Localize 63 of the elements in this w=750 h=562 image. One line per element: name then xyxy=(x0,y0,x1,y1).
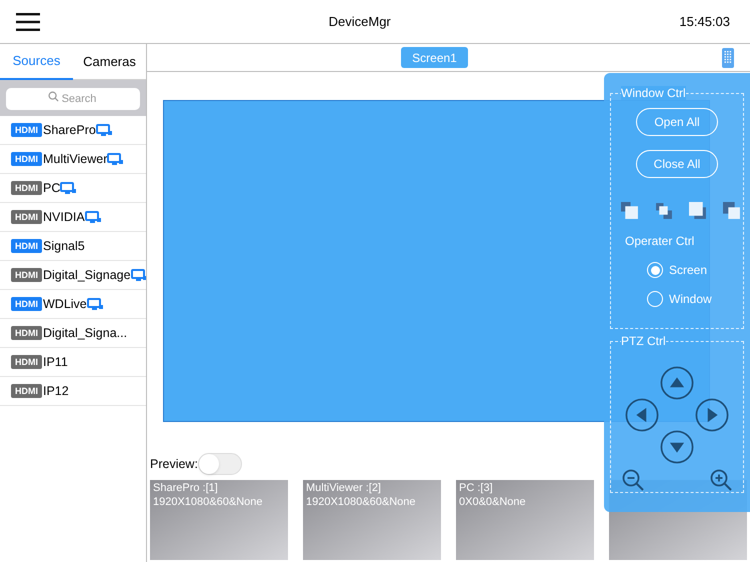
source-item[interactable]: HDMI Digital_Signa... xyxy=(0,319,146,348)
section-title: Window Ctrl xyxy=(621,86,686,100)
hdmi-badge: HDMI xyxy=(11,384,42,398)
preview-label: Preview: xyxy=(150,456,198,473)
left-arrow-button[interactable] xyxy=(625,398,659,432)
hdmi-badge: HDMI xyxy=(11,297,42,311)
thumbnail-info: 1920X1080&60&None xyxy=(153,495,264,509)
layout-icon[interactable] xyxy=(655,202,673,220)
source-item[interactable]: HDMI WDLive xyxy=(0,290,146,319)
source-name: NVIDIA xyxy=(43,208,85,226)
thumbnail-info: 1920X1080&60&None xyxy=(306,495,416,509)
source-name: WDLive xyxy=(43,296,87,313)
clock-time: 15:45:03 xyxy=(679,12,730,31)
right-arrow-button[interactable] xyxy=(695,398,729,432)
hdmi-badge: HDMI xyxy=(11,355,42,369)
source-name: Digital_Signage xyxy=(43,266,131,284)
remote-icon[interactable] xyxy=(722,48,734,68)
layout-icon[interactable] xyxy=(723,202,741,220)
thumbnail-title: MultiViewer :[2] xyxy=(306,481,382,495)
source-name: PC xyxy=(43,180,60,197)
search-icon xyxy=(48,91,59,102)
source-name: Signal5 xyxy=(43,238,85,255)
preview-toggle[interactable] xyxy=(198,453,242,475)
source-item[interactable]: HDMI SharePro xyxy=(0,116,146,145)
up-arrow-button[interactable] xyxy=(660,366,694,400)
monitor-icon xyxy=(84,210,101,224)
hdmi-badge: HDMI xyxy=(11,210,42,224)
monitor-icon xyxy=(60,182,76,194)
source-name: IP12 xyxy=(43,382,69,400)
zoom-out-icon[interactable] xyxy=(621,468,645,492)
source-name: SharePro xyxy=(43,122,96,139)
source-item[interactable]: HDMI NVIDIA xyxy=(0,203,146,232)
monitor-icon xyxy=(107,152,124,166)
source-item[interactable]: HDMI Signal5 xyxy=(0,232,146,261)
menu-icon[interactable] xyxy=(16,12,40,30)
monitor-icon xyxy=(130,268,146,282)
zoom-in-icon[interactable] xyxy=(709,468,733,492)
source-item[interactable]: HDMI IP11 xyxy=(0,348,146,377)
hdmi-badge: HDMI xyxy=(11,239,42,253)
search-field[interactable]: Search xyxy=(6,88,140,110)
layout-icon[interactable] xyxy=(621,202,639,220)
hdmi-badge: HDMI xyxy=(11,326,42,340)
layout-icon[interactable] xyxy=(689,202,707,220)
section-title: Operater Ctrl xyxy=(625,233,694,250)
hdmi-badge: HDMI xyxy=(11,181,42,195)
source-item[interactable]: HDMI MultiViewer xyxy=(0,145,146,174)
thumbnail-title: SharePro :[1] xyxy=(153,481,219,495)
section-title: PTZ Ctrl xyxy=(621,334,666,348)
monitor-icon xyxy=(86,298,103,310)
source-name: IP11 xyxy=(43,354,68,371)
source-name: Digital_Signa... xyxy=(43,324,128,342)
source-name: MultiViewer xyxy=(43,150,108,168)
hdmi-badge: HDMI xyxy=(11,123,42,137)
down-arrow-button[interactable] xyxy=(660,430,694,464)
source-item[interactable]: HDMI IP12 xyxy=(0,377,146,406)
thumbnail-info: 0X0&0&None xyxy=(459,495,527,509)
hdmi-badge: HDMI xyxy=(11,268,42,282)
hdmi-badge: HDMI xyxy=(11,152,42,166)
monitor-icon xyxy=(96,124,112,136)
thumbnail-title: PC :[3] xyxy=(459,481,494,495)
source-item[interactable]: HDMI Digital_Signage xyxy=(0,261,146,290)
source-item[interactable]: HDMI PC xyxy=(0,174,146,203)
app-title: DeviceMgr xyxy=(328,12,392,31)
